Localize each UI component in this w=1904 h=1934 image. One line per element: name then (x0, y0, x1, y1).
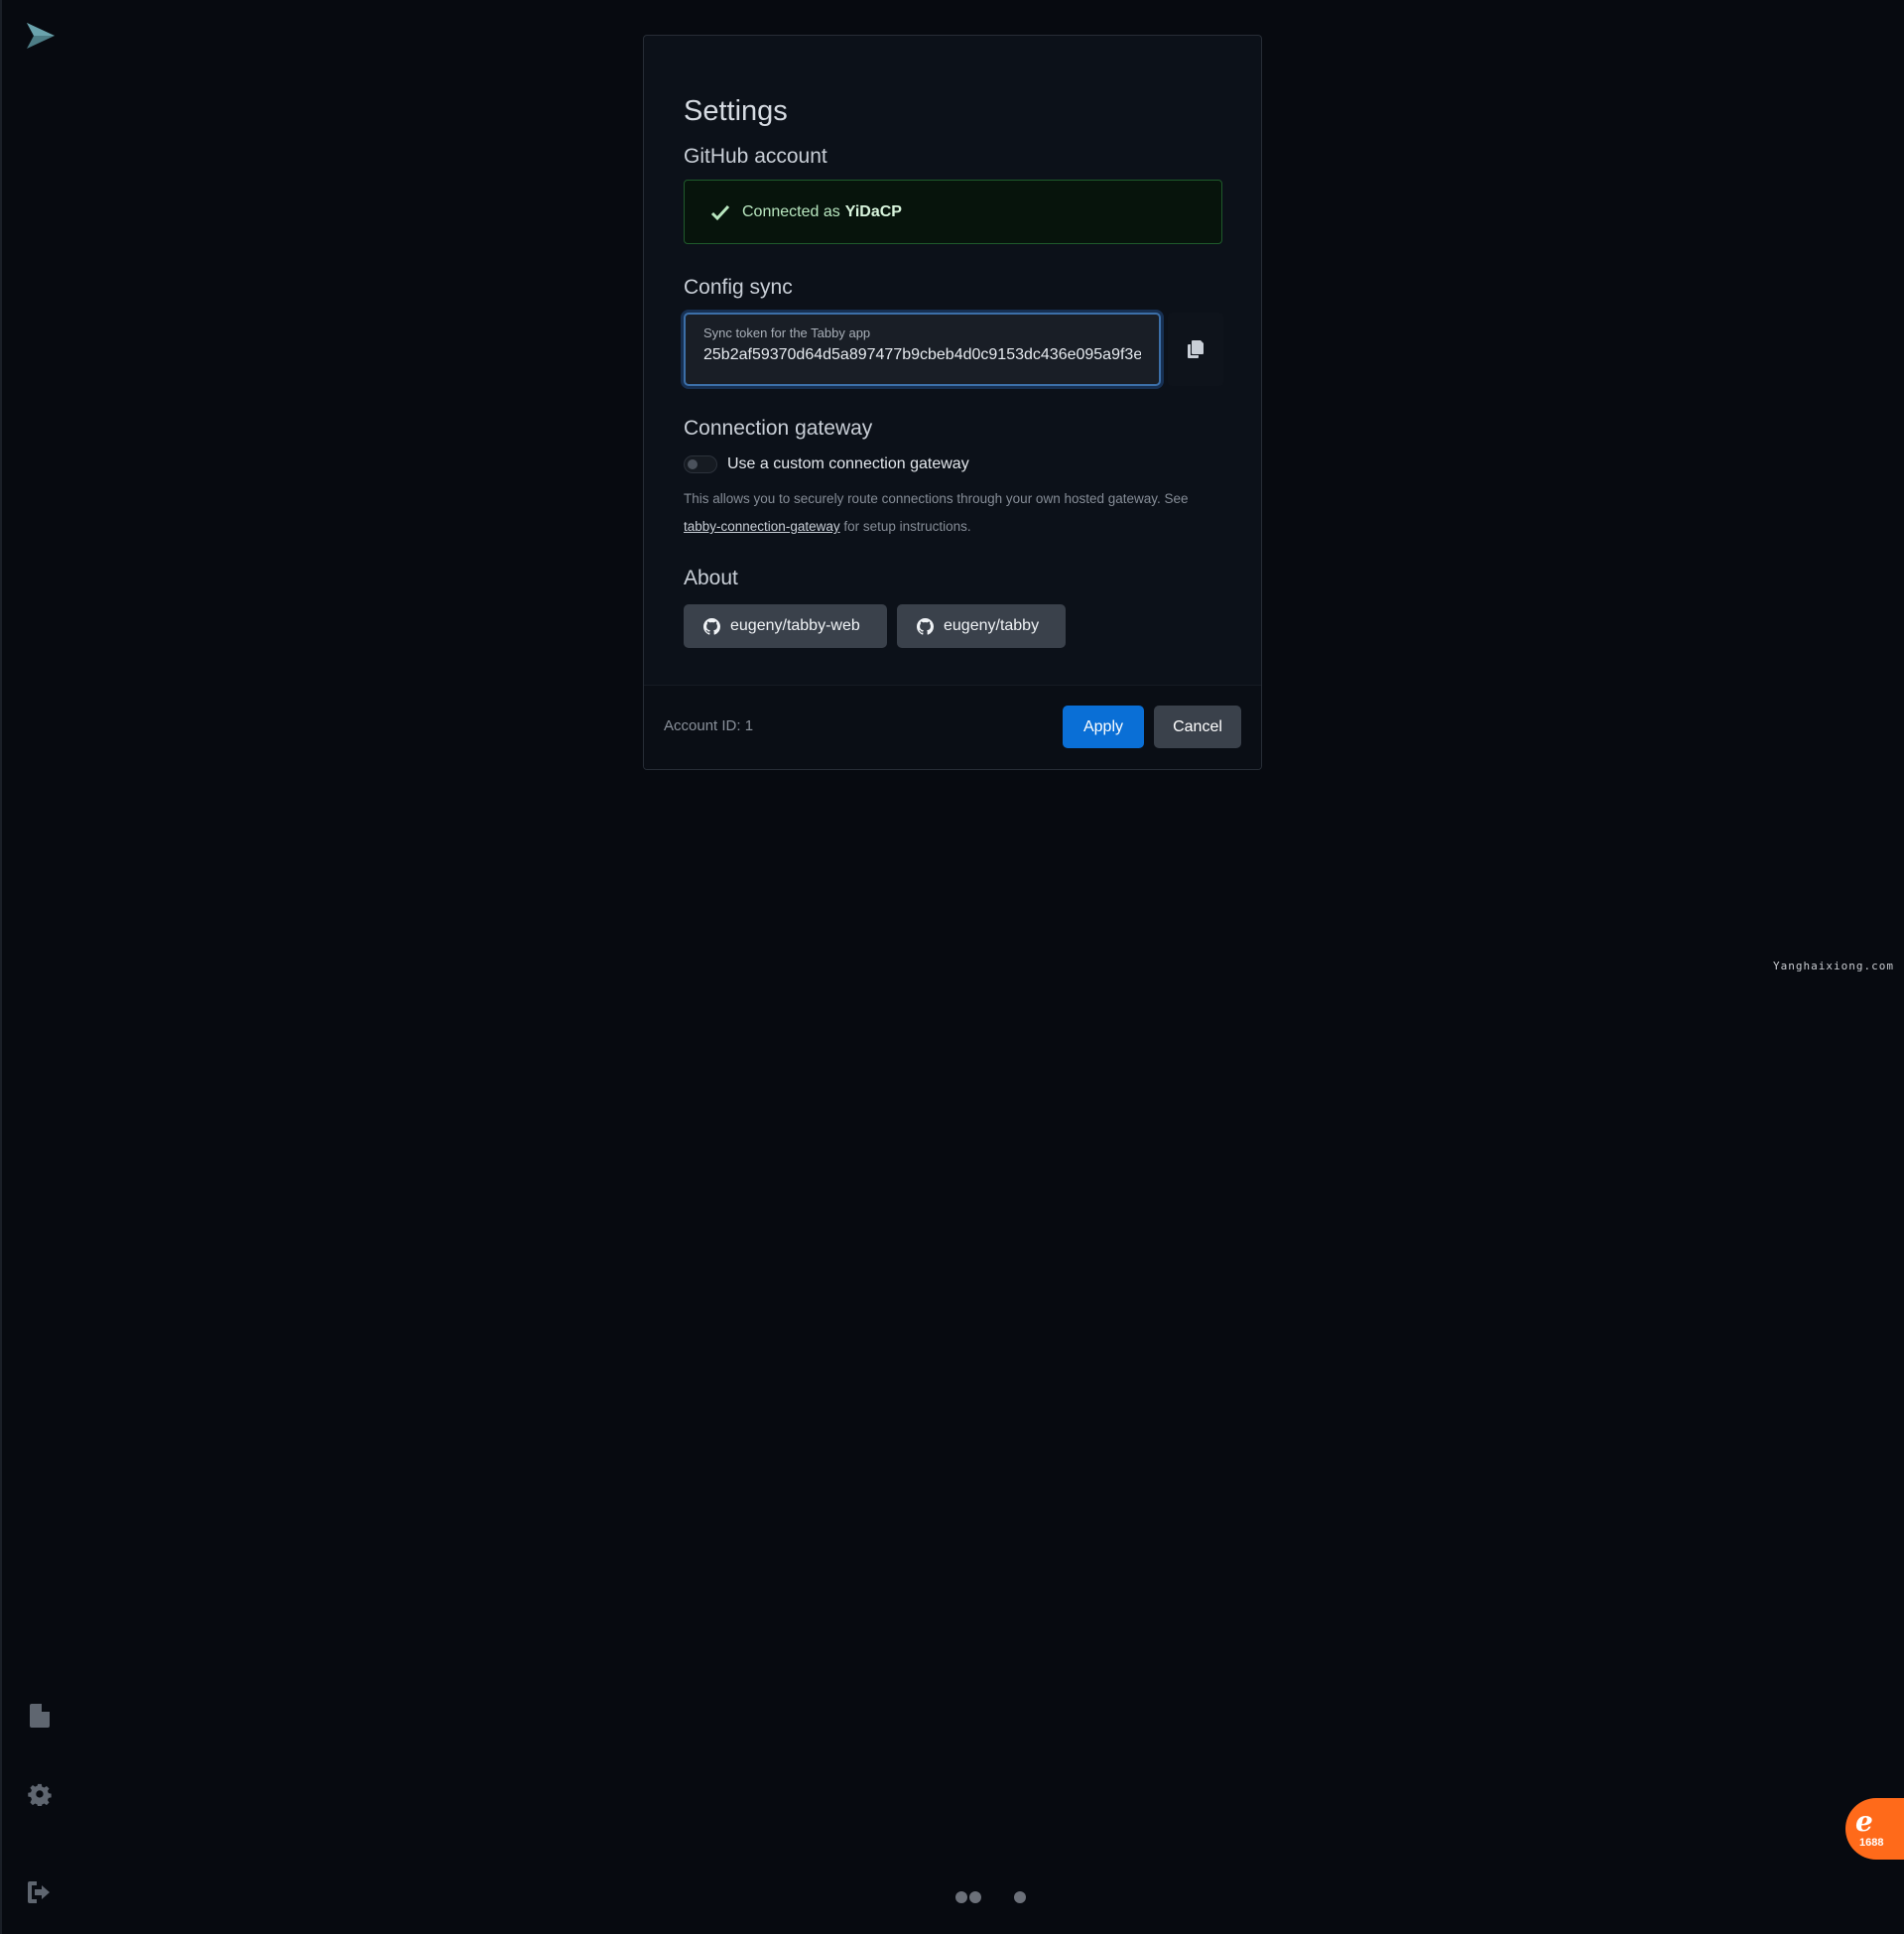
github-icon (703, 617, 720, 635)
sync-token-value[interactable]: 25b2af59370d64d5a897477b9cbeb4d0c9153dc4… (703, 346, 1141, 364)
about-link-label: eugeny/tabby-web (730, 617, 860, 634)
github-section-title: GitHub account (684, 145, 827, 168)
toggle-knob (688, 459, 698, 469)
custom-gateway-label[interactable]: Use a custom connection gateway (727, 455, 969, 473)
settings-modal: Settings GitHub account Connected as YiD… (643, 35, 1262, 770)
config-sync-section-title: Config sync (684, 276, 793, 299)
check-icon (710, 204, 730, 220)
alibaba-1688-badge[interactable]: e 1688 (1845, 1798, 1904, 1860)
tabby-logo-icon[interactable] (24, 20, 58, 54)
about-section-title: About (684, 567, 738, 589)
badge-number: 1688 (1859, 1837, 1884, 1849)
sync-token-label: Sync token for the Tabby app (703, 325, 871, 340)
sync-token-field[interactable]: Sync token for the Tabby app 25b2af59370… (684, 313, 1161, 386)
custom-gateway-toggle[interactable] (684, 455, 717, 473)
modal-title: Settings (684, 95, 788, 127)
gear-icon[interactable] (26, 1780, 54, 1808)
dot (955, 1891, 967, 1903)
dot (1014, 1891, 1026, 1903)
tabby-web-repo-button[interactable]: eugeny/tabby-web (684, 604, 887, 648)
connected-prefix: Connected as (742, 202, 840, 220)
gateway-docs-link[interactable]: tabby-connection-gateway (684, 519, 840, 534)
left-border (0, 0, 2, 1934)
logout-icon[interactable] (26, 1878, 54, 1906)
github-connected-status: Connected as YiDaCP (684, 180, 1222, 244)
account-id: Account ID: 1 (664, 717, 754, 734)
modal-body: Settings GitHub account Connected as YiD… (644, 36, 1261, 687)
dot (969, 1891, 981, 1903)
copy-token-button[interactable] (1168, 313, 1223, 386)
custom-gateway-toggle-row[interactable]: Use a custom connection gateway (684, 455, 969, 473)
watermark-text: Yanghaixiong.com (1773, 960, 1894, 972)
app-root: Settings GitHub account Connected as YiD… (0, 0, 1904, 1934)
gateway-help-text: This allows you to securely route connec… (684, 485, 1224, 541)
file-icon[interactable] (26, 1702, 54, 1730)
cancel-button[interactable]: Cancel (1154, 706, 1241, 748)
about-link-label: eugeny/tabby (944, 617, 1040, 634)
github-username: YiDaCP (844, 202, 902, 220)
copy-icon (1188, 340, 1204, 358)
modal-footer: Account ID: 1 Apply Cancel (644, 685, 1261, 769)
gateway-section-title: Connection gateway (684, 417, 873, 440)
tabby-repo-button[interactable]: eugeny/tabby (897, 604, 1066, 648)
github-icon (917, 617, 934, 635)
help-text-after: for setup instructions. (843, 519, 971, 534)
alibaba-logo-icon: e (1855, 1805, 1873, 1838)
apply-button[interactable]: Apply (1063, 706, 1144, 748)
help-text-before: This allows you to securely route connec… (684, 491, 1189, 506)
